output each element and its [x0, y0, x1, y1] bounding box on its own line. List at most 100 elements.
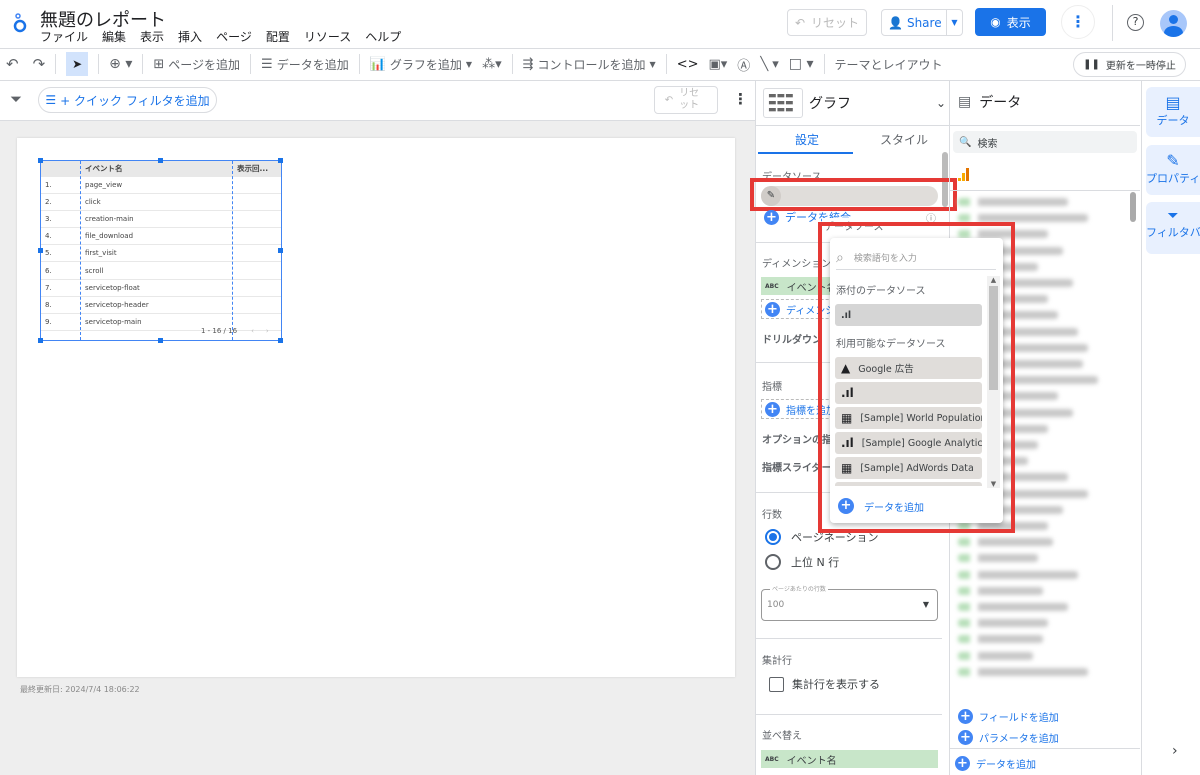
resize-handle[interactable]	[278, 248, 283, 253]
add-parameter-button[interactable]: + パラメータを追加	[958, 730, 1059, 745]
table-row[interactable]: 5. first_visit	[41, 244, 281, 263]
field-item-blurred[interactable]	[958, 635, 1043, 644]
line-icon[interactable]: ╲ ▾	[760, 57, 778, 72]
zoom-icon[interactable]: ⊕ ▾	[109, 56, 132, 72]
filter-more-icon[interactable]: ⋮	[733, 90, 748, 108]
rail-filter-button[interactable]: ⏷ フィルタバー	[1146, 202, 1200, 254]
image-icon[interactable]: ▣▾	[708, 57, 727, 72]
menu-help[interactable]: ヘルプ	[365, 28, 401, 45]
pause-update-button[interactable]: ❚❚ 更新を一時停止	[1073, 52, 1186, 77]
table-row[interactable]: 2. click	[41, 193, 281, 211]
data-panel-add-data-button[interactable]: + データを追加	[955, 756, 1036, 771]
field-item-blurred[interactable]	[958, 538, 1053, 547]
rail-properties-button[interactable]: ✎ プロパティ	[1146, 145, 1200, 195]
radio-unselected-icon	[765, 554, 781, 570]
add-data-button[interactable]: データを追加	[277, 56, 349, 73]
theme-layout-button[interactable]: テーマとレイアウト	[835, 56, 943, 73]
view-label: 表示	[1006, 15, 1031, 30]
menu-arrange[interactable]: 配置	[266, 28, 290, 45]
field-item-blurred[interactable]	[958, 214, 1088, 223]
field-item-blurred[interactable]	[958, 619, 1048, 628]
shape-icon[interactable]: □ ▾	[789, 56, 814, 72]
resize-handle[interactable]	[278, 158, 283, 163]
table-row[interactable]: 4. file_download	[41, 227, 281, 246]
tab-settings[interactable]: 設定	[795, 131, 819, 148]
select-pointer-icon[interactable]: ➤	[66, 52, 89, 76]
add-chart-button[interactable]: グラフを追加	[390, 56, 462, 73]
reset-button[interactable]: ↶ リセット	[787, 9, 867, 36]
share-button[interactable]: 👤 Share ▼	[881, 9, 963, 36]
summary-checkbox-label: 集計行を表示する	[792, 678, 880, 691]
field-item-blurred[interactable]	[958, 667, 1088, 676]
table-row[interactable]: 3. creation-main	[41, 210, 281, 229]
app-logo[interactable]	[12, 12, 28, 34]
prev-page-icon[interactable]: ‹	[251, 327, 254, 335]
table-row[interactable]: 7. servicetop-float	[41, 279, 281, 297]
summary-checkbox[interactable]: 集計行を表示する	[769, 676, 880, 692]
add-control-button[interactable]: コントロールを追加	[538, 56, 646, 73]
table-row[interactable]: 8. servicetop-header	[41, 296, 281, 315]
avatar[interactable]	[1160, 10, 1187, 37]
view-button[interactable]: ◉ 表示	[975, 8, 1046, 36]
metric-cell	[233, 296, 281, 315]
data-search-input[interactable]: 🔍 検索	[953, 131, 1137, 153]
event-name-cell: file_download	[81, 227, 233, 246]
share-dropdown-icon[interactable]: ▼	[946, 10, 962, 35]
add-quick-filter-button[interactable]: ☰ + クイック フィルタを追加	[38, 87, 217, 113]
chevron-down-icon[interactable]: ▼	[466, 60, 472, 69]
rail-data-button[interactable]: ▤ データ	[1146, 87, 1200, 137]
menu-resource[interactable]: リソース	[304, 28, 351, 45]
event-name-cell: page_view	[81, 176, 233, 194]
redo-icon[interactable]: ↷	[33, 55, 46, 73]
field-list-scrollbar[interactable]	[1130, 192, 1136, 222]
add-person-icon: 👤	[888, 15, 903, 30]
menu-page[interactable]: ページ	[216, 28, 252, 45]
data-panel-add-data-label: データを追加	[976, 760, 1036, 771]
field-item-blurred[interactable]	[958, 603, 1068, 611]
tab-style[interactable]: スタイル	[880, 131, 928, 148]
column-header[interactable]: イベント名	[81, 161, 233, 177]
resize-handle[interactable]	[38, 248, 43, 253]
sort-chip[interactable]: ABC イベント名	[761, 750, 938, 768]
filter-list-icon: ☰	[45, 93, 57, 107]
metric-cell	[233, 279, 281, 297]
rows-per-page-select[interactable]: ページあたりの行数 100 ▼	[761, 584, 938, 621]
chart-type-selector[interactable]: ▬▬▬ ▬▬▬ ▬▬▬ グラフ ⌄	[763, 86, 946, 120]
resize-handle[interactable]	[278, 338, 283, 343]
undo-icon[interactable]: ↶	[6, 55, 19, 73]
table-chart[interactable]: イベント名 表示回... 1. page_view 2. click 3. creation…	[40, 160, 282, 341]
rows-per-page-value: 100	[767, 600, 785, 610]
table-row[interactable]: 1. page_view	[41, 176, 281, 194]
resize-handle[interactable]	[38, 338, 43, 343]
abc-icon: ABC	[765, 282, 779, 290]
event-name-cell: click	[81, 193, 233, 211]
menu-edit[interactable]: 編集	[102, 28, 126, 45]
embed-code-icon[interactable]: <>	[677, 57, 699, 72]
field-item-blurred[interactable]	[958, 586, 1043, 595]
field-item-blurred[interactable]	[958, 570, 1078, 579]
menu-file[interactable]: ファイル	[40, 28, 88, 45]
field-item-blurred[interactable]	[958, 651, 1033, 660]
add-page-button[interactable]: ページを追加	[168, 56, 240, 73]
menu-view[interactable]: 表示	[140, 28, 164, 45]
text-box-icon[interactable]: Ⓐ	[737, 55, 750, 74]
chevron-down-icon[interactable]: ▼	[650, 60, 656, 69]
menu-insert[interactable]: 挿入	[178, 28, 202, 45]
field-item-blurred[interactable]	[958, 198, 1068, 206]
column-header[interactable]: 表示回...	[233, 161, 281, 177]
filter-reset-button[interactable]: ↶ リセット	[654, 86, 718, 114]
help-icon[interactable]: ?	[1127, 14, 1144, 31]
resize-handle[interactable]	[38, 158, 43, 163]
filter-icon[interactable]: ⏷	[10, 90, 22, 108]
table-row[interactable]: 6. scroll	[41, 261, 281, 280]
resize-handle[interactable]	[158, 338, 163, 343]
more-options-button[interactable]: ⋮	[1061, 5, 1095, 39]
field-item-blurred[interactable]	[958, 554, 1038, 563]
add-field-button[interactable]: + フィールドを追加	[958, 709, 1059, 724]
next-page-icon[interactable]: ›	[266, 327, 269, 335]
components-icon[interactable]: ⁂▾	[482, 57, 502, 72]
expand-panel-icon[interactable]: ›	[1172, 743, 1178, 759]
resize-handle[interactable]	[158, 158, 163, 163]
radio-top-n[interactable]: 上位 N 行	[765, 554, 839, 570]
metric-label: 指標	[762, 382, 782, 393]
